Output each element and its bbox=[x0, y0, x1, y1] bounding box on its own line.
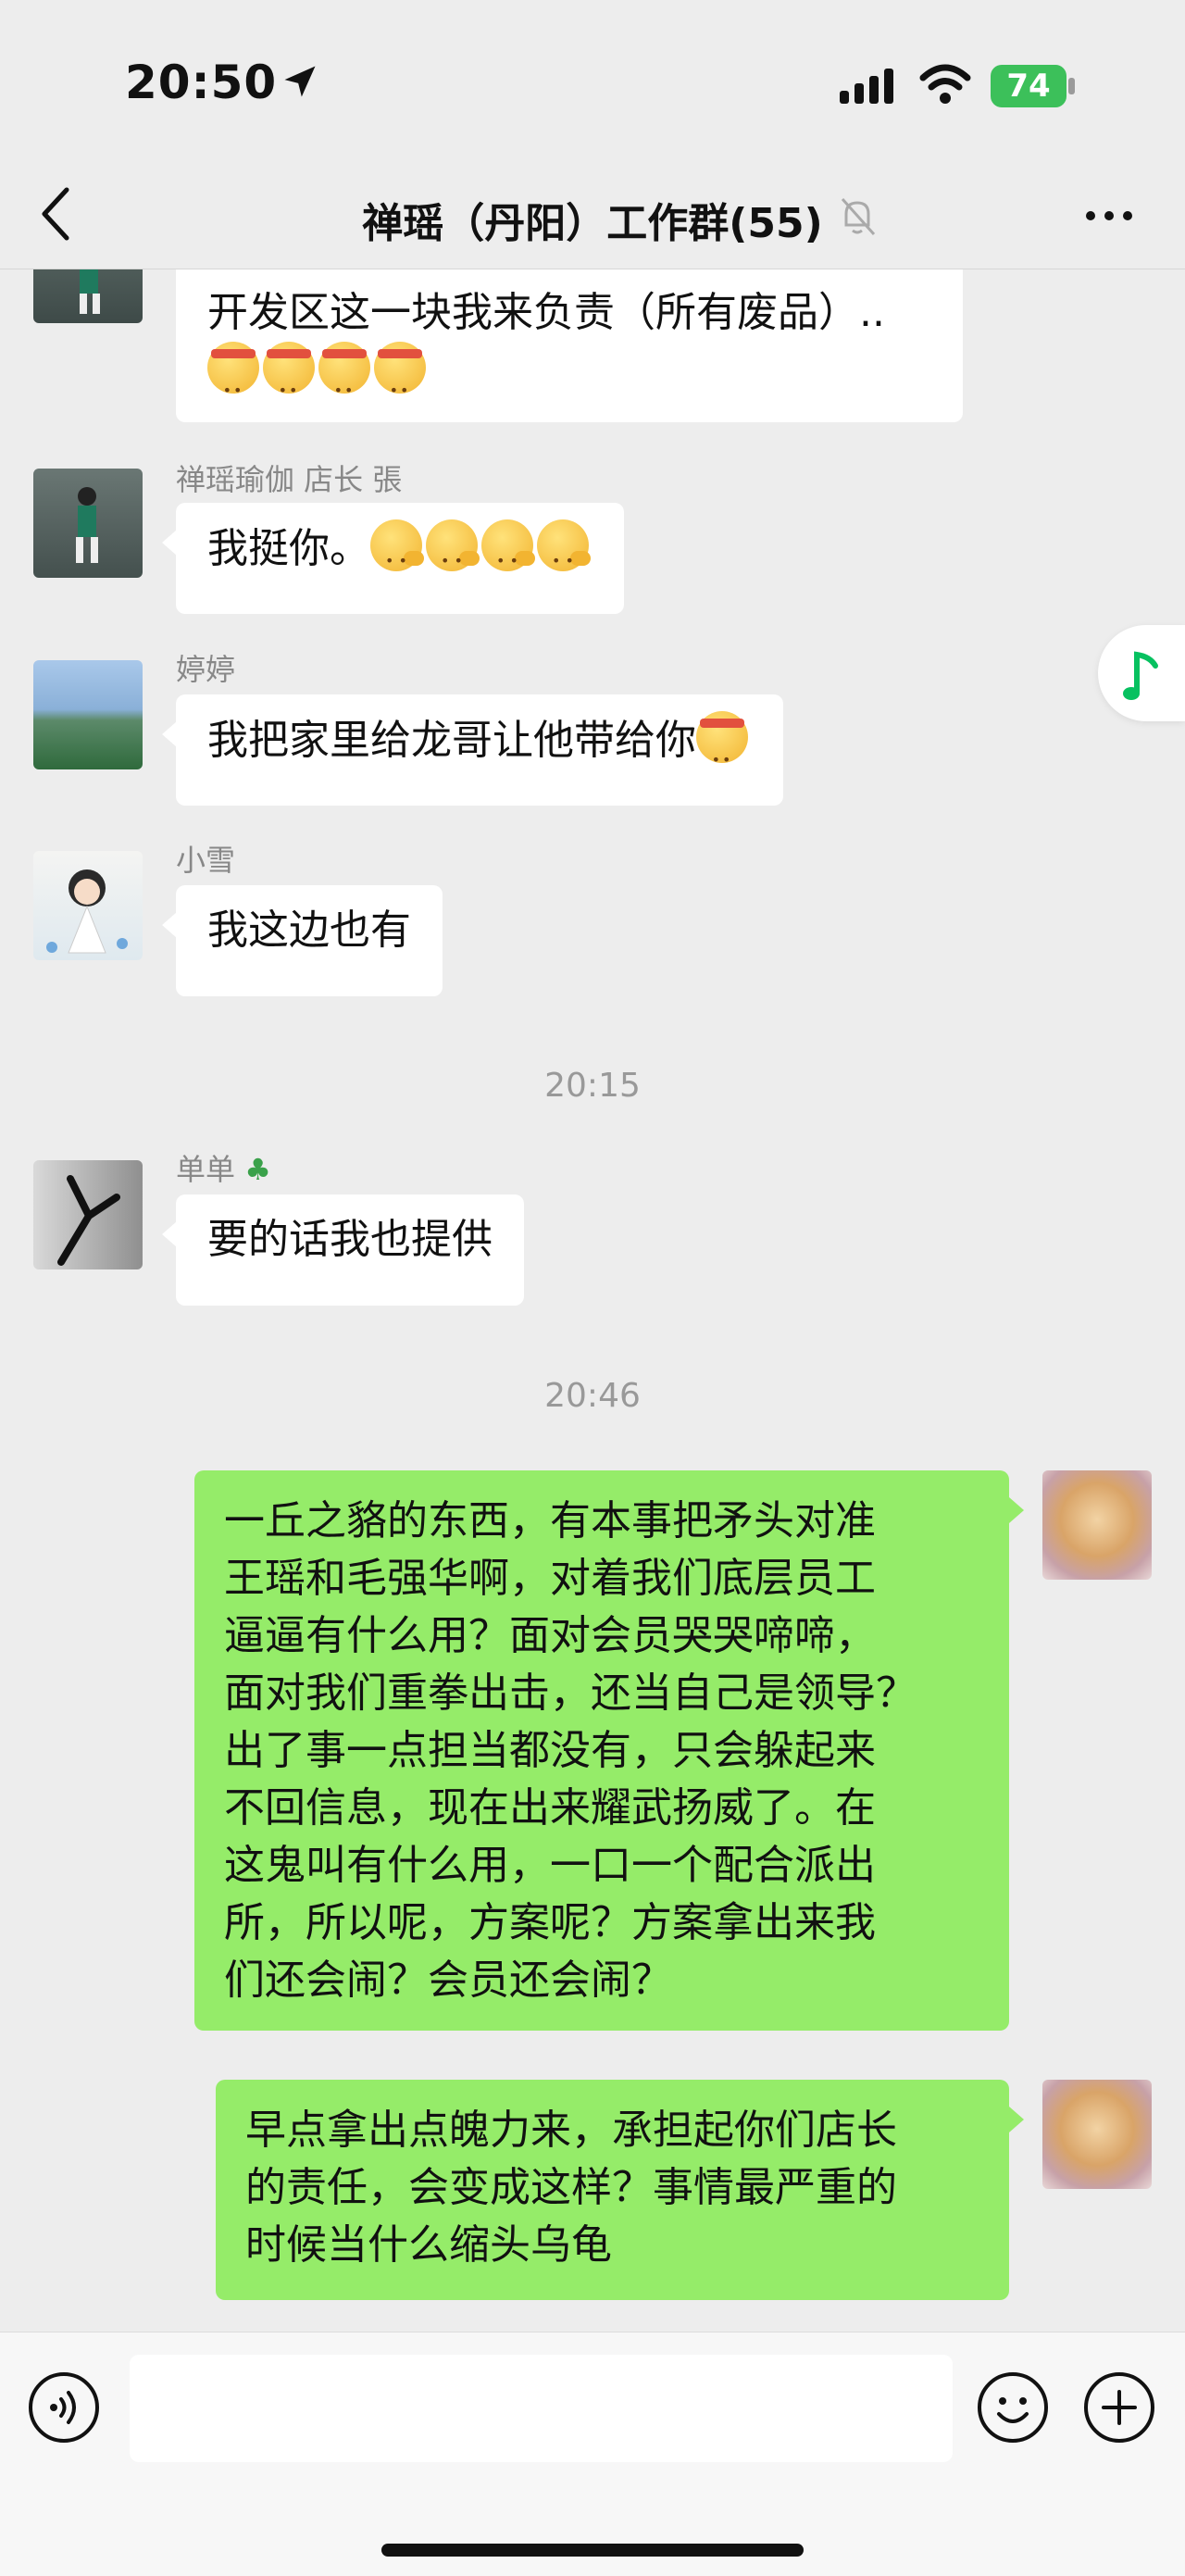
emoji-icon bbox=[370, 519, 424, 590]
plus-icon[interactable] bbox=[1083, 2371, 1155, 2444]
timestamp: 20:46 bbox=[544, 1377, 641, 1415]
message-bubble[interactable]: 我把家里给龙哥让他带给你 bbox=[176, 694, 783, 806]
message-line: 一丘之貉的东西，有本事把矛头对准 bbox=[224, 1497, 876, 1544]
bell-slash-icon bbox=[841, 197, 876, 236]
input-bar bbox=[0, 2332, 1185, 2576]
avatar[interactable] bbox=[33, 851, 143, 960]
message-line: 逼逼有什么用？面对会员哭哭啼啼， bbox=[224, 1612, 876, 1659]
message-line: 的责任，会变成这样？事情最严重的 bbox=[245, 2164, 897, 2211]
message-line: 所，所以呢，方案呢？方案拿出来我 bbox=[224, 1899, 876, 1946]
message-bubble[interactable]: 要的话我也提供 bbox=[176, 1194, 524, 1306]
message-input[interactable] bbox=[130, 2355, 953, 2462]
emoji-icon bbox=[374, 342, 426, 419]
avatar[interactable] bbox=[33, 269, 143, 323]
emoji-icon[interactable] bbox=[977, 2371, 1049, 2444]
emoji-icon bbox=[696, 711, 748, 789]
sender-name: 禅瑶瑜伽 店长 張 bbox=[176, 462, 403, 497]
message-list[interactable]: 开发区这一块我来负责（所有废品）.. 禅瑶瑜伽 店长 張 我挺你。 婷婷 我把家… bbox=[0, 269, 1185, 2332]
message-text: 我挺你。 bbox=[207, 525, 370, 572]
battery-indicator: 74 bbox=[991, 65, 1076, 107]
emoji-row bbox=[207, 342, 931, 419]
message-line: 出了事一点担当都没有，只会躲起来 bbox=[224, 1727, 876, 1774]
sender-name: 婷婷 bbox=[176, 652, 236, 687]
avatar-figure bbox=[57, 1175, 120, 1266]
bubble-tail bbox=[1009, 2107, 1024, 2132]
floating-music-button[interactable] bbox=[1098, 625, 1185, 721]
emoji-icon bbox=[426, 519, 480, 590]
message-text: 开发区这一块我来负责（所有废品）.. bbox=[207, 289, 885, 336]
emoji-icon bbox=[263, 342, 315, 419]
message-line: 这鬼叫有什么用，一口一个配合派出 bbox=[224, 1842, 876, 1889]
message-line: 时候当什么缩头乌龟 bbox=[245, 2221, 612, 2269]
emoji-icon bbox=[207, 342, 259, 419]
sender-name: 小雪 bbox=[176, 843, 236, 878]
message-bubble[interactable]: 开发区这一块我来负责（所有废品）.. bbox=[176, 269, 963, 422]
message-line: 王瑶和毛强华啊，对着我们底层员工 bbox=[224, 1555, 876, 1602]
avatar-figure bbox=[46, 869, 128, 954]
message-text: 要的话我也提供 bbox=[207, 1216, 493, 1263]
avatar-figure bbox=[76, 487, 98, 563]
more-dots-icon[interactable] bbox=[1079, 188, 1139, 244]
chat-header: 禅瑶（丹阳）工作群(55) bbox=[0, 162, 1185, 269]
bubble-tail bbox=[1009, 1497, 1024, 1523]
message-bubble[interactable]: 早点拿出点魄力来，承担起你们店长 的责任，会变成这样？事情最严重的 时候当什么缩… bbox=[216, 2080, 1009, 2300]
bubble-tail bbox=[162, 530, 177, 556]
avatar[interactable] bbox=[1042, 1470, 1152, 1580]
music-note-icon bbox=[1123, 651, 1158, 700]
voice-icon[interactable] bbox=[28, 2371, 100, 2444]
timestamp: 20:15 bbox=[544, 1067, 641, 1105]
emoji-icon bbox=[318, 342, 370, 419]
home-indicator bbox=[381, 2544, 804, 2557]
avatar[interactable] bbox=[33, 469, 143, 578]
avatar[interactable] bbox=[33, 660, 143, 769]
message-line: 们还会闹？会员还会闹？ bbox=[224, 1957, 672, 2004]
bubble-tail bbox=[162, 1221, 177, 1247]
status-time: 20:50 bbox=[125, 56, 278, 109]
message-text: 我把家里给龙哥让他带给你 bbox=[207, 717, 696, 764]
avatar[interactable] bbox=[1042, 2080, 1152, 2189]
sender-name-text: 单单 bbox=[176, 1152, 236, 1187]
message-line: 不回信息，现在出来耀武扬威了。在 bbox=[224, 1784, 876, 1832]
bubble-tail bbox=[162, 912, 177, 938]
battery-level: 74 bbox=[991, 65, 1066, 107]
message-line: 早点拿出点魄力来，承担起你们店长 bbox=[245, 2107, 897, 2154]
message-line: 面对我们重拳出击，还当自己是领导？ bbox=[224, 1669, 917, 1717]
clover-icon: ♣ bbox=[244, 1152, 271, 1187]
message-text: 我这边也有 bbox=[207, 907, 411, 954]
group-title: 禅瑶（丹阳）工作群(55) bbox=[362, 200, 823, 247]
avatar-figure bbox=[80, 269, 100, 314]
battery-cap bbox=[1068, 78, 1075, 94]
message-bubble[interactable]: 我这边也有 bbox=[176, 885, 443, 996]
bubble-tail bbox=[162, 721, 177, 747]
location-arrow-icon bbox=[284, 66, 316, 97]
emoji-icon bbox=[481, 519, 535, 590]
message-bubble[interactable]: 一丘之貉的东西，有本事把矛头对准 王瑶和毛强华啊，对着我们底层员工 逼逼有什么用… bbox=[194, 1470, 1009, 2031]
wifi-icon bbox=[919, 64, 971, 104]
avatar[interactable] bbox=[33, 1160, 143, 1269]
emoji-icon bbox=[537, 519, 591, 590]
cellular-signal-icon bbox=[840, 69, 893, 104]
status-bar: 20:50 74 bbox=[0, 0, 1185, 162]
message-bubble[interactable]: 我挺你。 bbox=[176, 503, 624, 614]
sender-name: 单单 ♣ bbox=[176, 1146, 271, 1189]
